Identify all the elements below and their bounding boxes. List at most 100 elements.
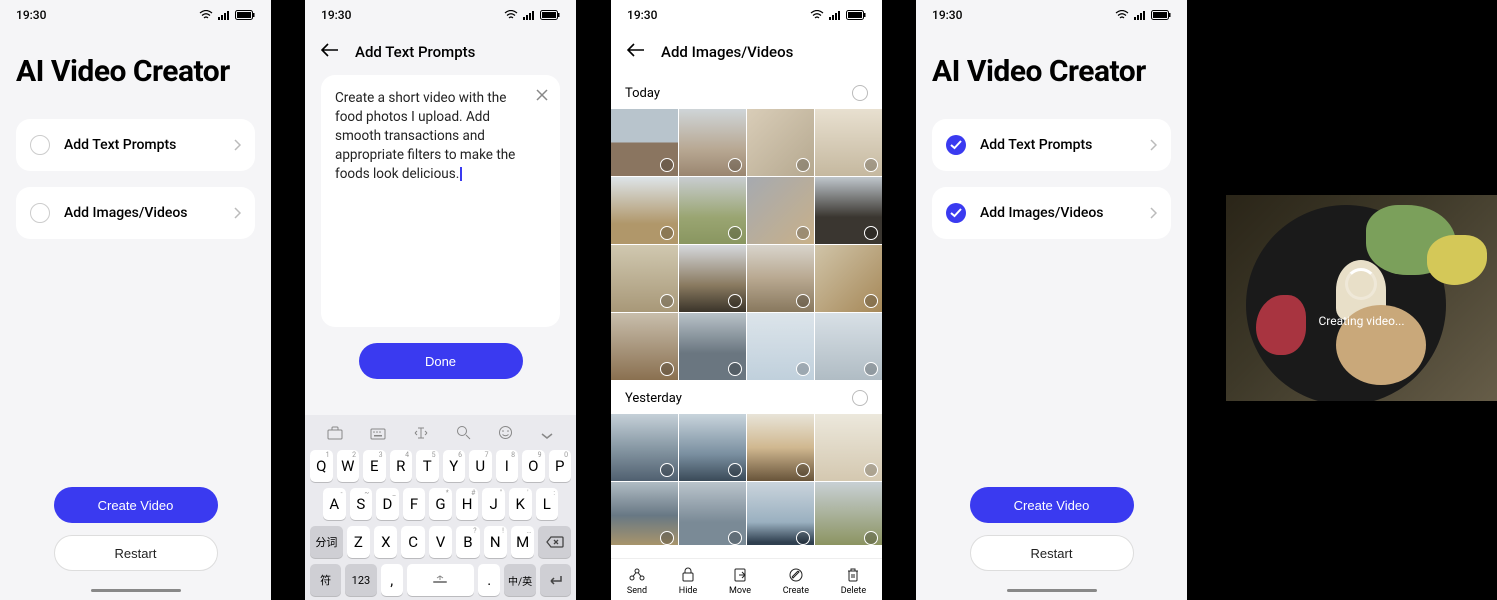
keyboard-icon[interactable]	[370, 425, 386, 444]
photo-thumb[interactable]	[815, 482, 882, 545]
key-q[interactable]: Q1	[310, 450, 333, 482]
key-n[interactable]: N!	[484, 526, 507, 558]
select-icon[interactable]	[864, 294, 878, 308]
select-icon[interactable]	[796, 531, 810, 545]
photo-thumb[interactable]	[679, 313, 746, 380]
key-enter[interactable]	[540, 564, 571, 596]
key-s[interactable]: S~	[350, 488, 373, 520]
photo-thumb[interactable]	[679, 177, 746, 244]
key-x[interactable]: X	[374, 526, 397, 558]
option-add-text-prompts[interactable]: Add Text Prompts	[932, 119, 1171, 171]
select-icon[interactable]	[796, 362, 810, 376]
select-icon[interactable]	[864, 463, 878, 477]
photo-thumb[interactable]	[747, 109, 814, 176]
restart-button[interactable]: Restart	[970, 535, 1134, 571]
key-comma[interactable]: ,	[381, 564, 403, 596]
key-u[interactable]: U7	[469, 450, 492, 482]
search-icon[interactable]	[456, 425, 471, 444]
photo-thumb[interactable]	[679, 482, 746, 545]
chevron-down-icon[interactable]	[540, 425, 554, 444]
briefcase-icon[interactable]	[327, 425, 343, 444]
select-icon[interactable]	[728, 226, 742, 240]
key-v[interactable]: V	[429, 526, 452, 558]
key-shift[interactable]: 分词	[310, 526, 343, 558]
toolbar-hide[interactable]: Hide	[679, 567, 697, 596]
key-d[interactable]: D_	[376, 488, 399, 520]
select-icon[interactable]	[660, 158, 674, 172]
key-w[interactable]: W2	[337, 450, 360, 482]
key-y[interactable]: Y6	[443, 450, 466, 482]
select-icon[interactable]	[864, 226, 878, 240]
photo-thumb[interactable]	[747, 245, 814, 312]
photo-thumb[interactable]	[611, 177, 678, 244]
select-icon[interactable]	[796, 463, 810, 477]
key-p[interactable]: P0	[549, 450, 572, 482]
photo-thumb[interactable]	[815, 177, 882, 244]
key-o[interactable]: O9	[522, 450, 545, 482]
select-icon[interactable]	[660, 531, 674, 545]
key-h[interactable]: H#	[456, 488, 479, 520]
select-icon[interactable]	[728, 362, 742, 376]
select-icon[interactable]	[728, 294, 742, 308]
select-icon[interactable]	[728, 158, 742, 172]
photo-thumb[interactable]	[815, 414, 882, 481]
photo-thumb[interactable]	[679, 109, 746, 176]
done-button[interactable]: Done	[359, 343, 523, 379]
key-r[interactable]: R4	[390, 450, 413, 482]
create-video-button[interactable]: Create Video	[54, 487, 218, 523]
photo-thumb[interactable]	[679, 414, 746, 481]
key-space[interactable]	[407, 564, 474, 596]
emoji-icon[interactable]	[498, 425, 513, 444]
key-f[interactable]: F	[403, 488, 426, 520]
key-backspace[interactable]	[538, 526, 571, 558]
key-l[interactable]: L:	[536, 488, 559, 520]
key-g[interactable]: G*	[429, 488, 452, 520]
toolbar-move[interactable]: Move	[729, 567, 751, 596]
key-j[interactable]: J"	[482, 488, 505, 520]
select-icon[interactable]	[796, 294, 810, 308]
photo-thumb[interactable]	[747, 482, 814, 545]
photo-thumb[interactable]	[611, 313, 678, 380]
back-icon[interactable]	[627, 42, 645, 61]
text-cursor-icon[interactable]	[413, 425, 429, 444]
toolbar-send[interactable]: Send	[627, 567, 647, 596]
key-k[interactable]: K'	[509, 488, 532, 520]
photo-thumb[interactable]	[815, 245, 882, 312]
select-icon[interactable]	[660, 463, 674, 477]
select-icon[interactable]	[660, 294, 674, 308]
option-add-text-prompts[interactable]: Add Text Prompts	[16, 119, 255, 171]
select-icon[interactable]	[796, 226, 810, 240]
photo-thumb[interactable]	[611, 245, 678, 312]
key-numbers[interactable]: 123	[345, 564, 376, 596]
key-m[interactable]: M…	[511, 526, 534, 558]
key-i[interactable]: I8	[496, 450, 519, 482]
photo-thumb[interactable]	[679, 245, 746, 312]
photo-thumb[interactable]	[747, 313, 814, 380]
clear-icon[interactable]	[536, 87, 548, 105]
select-icon[interactable]	[796, 158, 810, 172]
toolbar-delete[interactable]: Delete	[841, 567, 866, 596]
key-b[interactable]: B?	[456, 526, 479, 558]
key-period[interactable]: .	[478, 564, 500, 596]
photo-thumb[interactable]	[815, 313, 882, 380]
photo-thumb[interactable]	[747, 177, 814, 244]
home-indicator[interactable]	[1007, 589, 1097, 592]
select-all-icon[interactable]	[852, 85, 868, 101]
gallery-scroll[interactable]: Today Yesterday	[611, 75, 882, 545]
key-z[interactable]: Z	[347, 526, 370, 558]
select-all-icon[interactable]	[852, 390, 868, 406]
option-add-images-videos[interactable]: Add Images/Videos	[16, 187, 255, 239]
select-icon[interactable]	[728, 463, 742, 477]
photo-thumb[interactable]	[611, 109, 678, 176]
photo-thumb[interactable]	[611, 414, 678, 481]
select-icon[interactable]	[660, 362, 674, 376]
back-icon[interactable]	[321, 42, 339, 61]
toolbar-create[interactable]: Create	[783, 567, 809, 596]
select-icon[interactable]	[728, 531, 742, 545]
home-indicator[interactable]	[91, 589, 181, 592]
restart-button[interactable]: Restart	[54, 535, 218, 571]
photo-thumb[interactable]	[815, 109, 882, 176]
key-c[interactable]: C	[401, 526, 424, 558]
create-video-button[interactable]: Create Video	[970, 487, 1134, 523]
key-language[interactable]: 中/英	[504, 564, 535, 596]
